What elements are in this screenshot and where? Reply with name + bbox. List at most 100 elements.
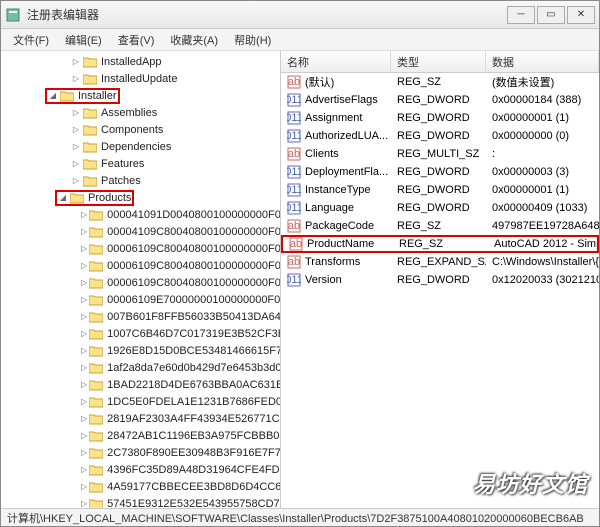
list-row[interactable]: 011LanguageREG_DWORD0x00000409 (1033) bbox=[281, 199, 599, 217]
list-row[interactable]: abProductNameREG_SZAutoCAD 2012 - Simpli… bbox=[281, 235, 599, 253]
tree-item[interactable]: ▷00006109C80040800100000000F01FEC bbox=[1, 274, 280, 291]
tree-item[interactable]: ▷007B601F8FFB56033B50413DA64D5093 bbox=[1, 308, 280, 325]
statusbar: 计算机\HKEY_LOCAL_MACHINE\SOFTWARE\Classes\… bbox=[1, 508, 599, 526]
expander-icon[interactable]: ▷ bbox=[81, 465, 87, 475]
folder-icon bbox=[89, 396, 103, 408]
main-area: ▷InstalledApp▷InstalledUpdate◢Installer▷… bbox=[1, 51, 599, 508]
list-pane[interactable]: 名称 类型 数据 ab(默认)REG_SZ(数值未设置)011Advertise… bbox=[281, 51, 599, 508]
tree-item[interactable]: ▷28472AB1C1196EB3A975FCBBB0D003929E bbox=[1, 427, 280, 444]
cell-name: abClients bbox=[281, 147, 391, 161]
svg-text:011: 011 bbox=[287, 202, 301, 214]
expander-icon[interactable]: ▷ bbox=[71, 57, 81, 67]
expander-icon[interactable]: ▷ bbox=[81, 329, 87, 339]
expander-icon[interactable]: ▷ bbox=[81, 499, 87, 509]
value-icon: 011 bbox=[287, 129, 301, 143]
tree-label: 1007C6B46D7C017319E3B52CF3EC196E bbox=[107, 328, 281, 340]
tree-item[interactable]: ▷2819AF2303A4FF43934E526771C8E53A bbox=[1, 410, 280, 427]
menu-edit[interactable]: 编辑(E) bbox=[57, 30, 110, 50]
expander-icon[interactable]: ▷ bbox=[81, 414, 87, 424]
expander-icon[interactable]: ▷ bbox=[71, 176, 81, 186]
expander-icon[interactable]: ▷ bbox=[71, 74, 81, 84]
folder-icon bbox=[89, 260, 103, 272]
close-button[interactable]: ✕ bbox=[567, 6, 595, 24]
menu-help[interactable]: 帮助(H) bbox=[226, 30, 279, 50]
tree-item[interactable]: ▷ 000041091D0040800100000000F01FEC bbox=[1, 206, 280, 223]
list-row[interactable]: ab(默认)REG_SZ(数值未设置) bbox=[281, 73, 599, 91]
tree-item[interactable]: ▷4A59177CBBECEE3BD8D6D4CC64B895FE bbox=[1, 478, 280, 495]
menubar: 文件(F) 编辑(E) 查看(V) 收藏夹(A) 帮助(H) bbox=[1, 29, 599, 51]
list-row[interactable]: abTransformsREG_EXPAND_SZC:\Windows\Inst… bbox=[281, 253, 599, 271]
menu-favorites[interactable]: 收藏夹(A) bbox=[162, 30, 226, 50]
list-row[interactable]: abClientsREG_MULTI_SZ: bbox=[281, 145, 599, 163]
expander-icon[interactable]: ▷ bbox=[81, 482, 87, 492]
tree-item[interactable]: ▷Components bbox=[1, 121, 280, 138]
col-header-name[interactable]: 名称 bbox=[281, 51, 391, 72]
expander-icon[interactable]: ▷ bbox=[71, 142, 81, 152]
list-row[interactable]: 011InstanceTypeREG_DWORD0x00000001 (1) bbox=[281, 181, 599, 199]
maximize-button[interactable]: ▭ bbox=[537, 6, 565, 24]
tree-item[interactable]: ▷1BAD2218D4DE6763BBA0AC631B8945E3 bbox=[1, 376, 280, 393]
expander-icon[interactable]: ▷ bbox=[71, 159, 81, 169]
expander-icon[interactable]: ▷ bbox=[81, 312, 87, 322]
tree-item[interactable]: ◢Installer bbox=[1, 87, 280, 104]
list-row[interactable]: abPackageCodeREG_SZ497987EE19728A648B277… bbox=[281, 217, 599, 235]
svg-text:011: 011 bbox=[287, 166, 301, 178]
tree-item[interactable]: ▷Features bbox=[1, 155, 280, 172]
expander-icon[interactable]: ▷ bbox=[81, 346, 87, 356]
expander-icon[interactable]: ▷ bbox=[81, 448, 87, 458]
list-row[interactable]: 011DeploymentFla...REG_DWORD0x00000003 (… bbox=[281, 163, 599, 181]
tree-item[interactable]: ▷Assemblies bbox=[1, 104, 280, 121]
tree-item[interactable]: ▷ 1007C6B46D7C017319E3B52CF3EC196E bbox=[1, 325, 280, 342]
expander-icon[interactable]: ◢ bbox=[58, 193, 68, 203]
expander-icon[interactable]: ▷ bbox=[81, 380, 87, 390]
status-path: 计算机\HKEY_LOCAL_MACHINE\SOFTWARE\Classes\… bbox=[7, 510, 584, 526]
tree-item[interactable]: ◢Products bbox=[1, 189, 280, 206]
menu-file[interactable]: 文件(F) bbox=[5, 30, 57, 50]
expander-icon[interactable]: ▷ bbox=[81, 278, 87, 288]
tree-item[interactable]: ▷00006109C80040800100000000F01FEC bbox=[1, 240, 280, 257]
col-header-data[interactable]: 数据 bbox=[486, 51, 599, 72]
tree-label: InstalledApp bbox=[101, 56, 162, 68]
expander-icon[interactable]: ▷ bbox=[81, 210, 87, 220]
list-row[interactable]: 011AdvertiseFlagsREG_DWORD0x00000184 (38… bbox=[281, 91, 599, 109]
tree-item[interactable]: ▷00006109E70000000100000000F01FEC bbox=[1, 291, 280, 308]
tree-pane[interactable]: ▷InstalledApp▷InstalledUpdate◢Installer▷… bbox=[1, 51, 281, 508]
tree-item[interactable]: ▷1af2a8da7e60d0b429d7e6453b3d0182 bbox=[1, 359, 280, 376]
expander-icon[interactable]: ▷ bbox=[81, 363, 87, 373]
folder-icon bbox=[83, 73, 97, 85]
folder-icon bbox=[70, 192, 84, 204]
col-header-type[interactable]: 类型 bbox=[391, 51, 486, 72]
expander-icon[interactable]: ▷ bbox=[81, 397, 87, 407]
tree-item[interactable]: ▷1926E8D15D0BCE53481466615F760A7F bbox=[1, 342, 280, 359]
tree-label: 000041091D0040800100000000F01FEC bbox=[107, 209, 281, 221]
folder-icon bbox=[83, 141, 97, 153]
tree-item[interactable]: ▷InstalledUpdate bbox=[1, 70, 280, 87]
menu-view[interactable]: 查看(V) bbox=[110, 30, 163, 50]
expander-icon[interactable]: ◢ bbox=[48, 91, 58, 101]
tree-item[interactable]: ▷00006109C80040800100000000F01FEC bbox=[1, 257, 280, 274]
expander-icon[interactable]: ▷ bbox=[81, 295, 87, 305]
expander-icon[interactable]: ▷ bbox=[81, 244, 87, 254]
tree-item[interactable]: ▷1DC5E0FDELA1E1231B7686FED06E995A bbox=[1, 393, 280, 410]
expander-icon[interactable]: ▷ bbox=[71, 125, 81, 135]
expander-icon[interactable]: ▷ bbox=[81, 261, 87, 271]
expander-icon[interactable]: ▷ bbox=[71, 108, 81, 118]
tree-item[interactable]: ▷00004109C80040800100000000F01FEC bbox=[1, 223, 280, 240]
cell-data: C:\Windows\Installer\{5783F2D7-A001-080 bbox=[486, 256, 599, 268]
tree-item[interactable]: ▷Dependencies bbox=[1, 138, 280, 155]
folder-icon bbox=[89, 345, 103, 357]
value-icon: ab bbox=[287, 255, 301, 269]
value-icon: ab bbox=[289, 237, 303, 251]
list-row[interactable]: 011AssignmentREG_DWORD0x00000001 (1) bbox=[281, 109, 599, 127]
tree-item[interactable]: ▷ InstalledApp bbox=[1, 53, 280, 70]
list-row[interactable]: 011VersionREG_DWORD0x12020033 (302121011… bbox=[281, 271, 599, 289]
tree-item[interactable]: ▷57451E9312E532E543955758CD749AE62 bbox=[1, 495, 280, 508]
tree-item[interactable]: ▷2C7380F890EE30948B3F916E7F7F7FE4 bbox=[1, 444, 280, 461]
minimize-button[interactable]: ─ bbox=[507, 6, 535, 24]
expander-icon[interactable]: ▷ bbox=[81, 431, 87, 441]
tree-item[interactable]: ▷Patches bbox=[1, 172, 280, 189]
list-row[interactable]: 011AuthorizedLUA...REG_DWORD0x00000000 (… bbox=[281, 127, 599, 145]
tree-item[interactable]: ▷4396FC35D89A48D31964CFE4FDD36514 bbox=[1, 461, 280, 478]
value-icon: 011 bbox=[287, 111, 301, 125]
expander-icon[interactable]: ▷ bbox=[81, 227, 87, 237]
